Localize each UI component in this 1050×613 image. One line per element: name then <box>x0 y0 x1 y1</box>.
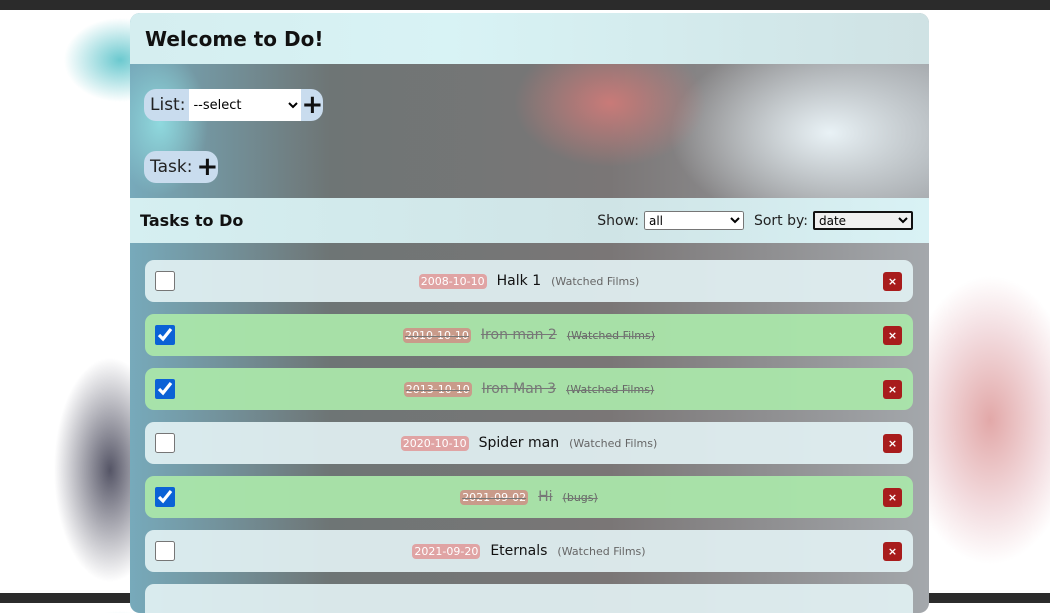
delete-task-button[interactable]: × <box>883 541 902 561</box>
show-label: Show: <box>597 212 639 229</box>
list-select[interactable]: --select <box>189 89 302 121</box>
tasks-title: Tasks to Do <box>140 211 244 230</box>
task-content: 2021-09-02 Hi (bugs) <box>145 489 913 505</box>
task-list: (Watched Films) <box>566 329 656 342</box>
task-checkbox[interactable] <box>155 325 175 345</box>
sort-label: Sort by: <box>753 212 808 229</box>
task-list: (Watched Films) <box>569 437 658 450</box>
sort-select[interactable]: date <box>813 211 913 230</box>
delete-task-button[interactable]: × <box>883 487 902 507</box>
task-name: Hi <box>538 489 553 505</box>
task-label: Task: <box>150 157 193 177</box>
task-content: 2010-10-10 Iron man 2 (Watched Films) <box>145 327 913 343</box>
task-date: 2010-10-10 <box>402 328 471 343</box>
task-row: 2010-10-10 Iron man 2 (Watched Films) × <box>145 314 913 356</box>
task-content: 2008-10-10 Halk 1 (Watched Films) <box>145 273 913 289</box>
task-row: 2008-10-10 Halk 1 (Watched Films) × <box>145 260 913 302</box>
task-row-partial <box>145 584 913 613</box>
delete-task-button[interactable]: × <box>883 379 902 399</box>
task-content: 2013-10-10 Iron Man 3 (Watched Films) <box>145 381 913 397</box>
task-checkbox[interactable] <box>155 541 175 561</box>
task-name: Iron Man 3 <box>481 381 557 397</box>
task-list: (Watched Films) <box>566 383 655 396</box>
delete-task-button[interactable]: × <box>883 271 902 291</box>
page-title: Welcome to Do! <box>130 13 929 64</box>
task-date: 2013-10-10 <box>403 382 472 397</box>
tasks-header: Tasks to Do Show: all Sort by: date <box>130 198 929 243</box>
task-content: 2021-09-20 Eternals (Watched Films) <box>145 543 913 559</box>
task-row: 2020-10-10 Spider man (Watched Films) × <box>145 422 913 464</box>
task-checkbox[interactable] <box>155 271 175 291</box>
task-list: (bugs) <box>562 491 598 504</box>
task-control: Task: + <box>144 151 219 183</box>
task-date: 2021-09-20 <box>412 544 481 559</box>
add-task-button[interactable]: + <box>196 152 219 182</box>
task-name: Iron man 2 <box>480 327 557 343</box>
list-control: List: --select + <box>144 89 324 121</box>
task-name: Spider man <box>478 435 560 451</box>
todo-panel: Welcome to Do! List: --select + Task: + … <box>130 13 929 613</box>
delete-task-button[interactable]: × <box>883 325 902 345</box>
task-date: 2021-09-02 <box>460 490 529 505</box>
task-row: 2021-09-02 Hi (bugs) × <box>145 476 913 518</box>
task-checkbox[interactable] <box>155 379 175 399</box>
task-row: 2013-10-10 Iron Man 3 (Watched Films) × <box>145 368 913 410</box>
task-date: 2008-10-10 <box>418 274 487 289</box>
task-checkbox[interactable] <box>155 487 175 507</box>
task-name: Eternals <box>490 543 548 559</box>
task-date: 2020-10-10 <box>400 436 469 451</box>
task-content: 2020-10-10 Spider man (Watched Films) <box>145 435 913 451</box>
task-row: 2021-09-20 Eternals (Watched Films) × <box>145 530 913 572</box>
task-list: (Watched Films) <box>551 275 640 288</box>
task-list: (Watched Films) <box>557 545 646 558</box>
add-list-button[interactable]: + <box>301 90 324 120</box>
show-select[interactable]: all <box>643 211 744 230</box>
task-name: Halk 1 <box>496 273 542 289</box>
task-checkbox[interactable] <box>155 433 175 453</box>
delete-task-button[interactable]: × <box>883 433 902 453</box>
list-label: List: <box>150 95 186 115</box>
